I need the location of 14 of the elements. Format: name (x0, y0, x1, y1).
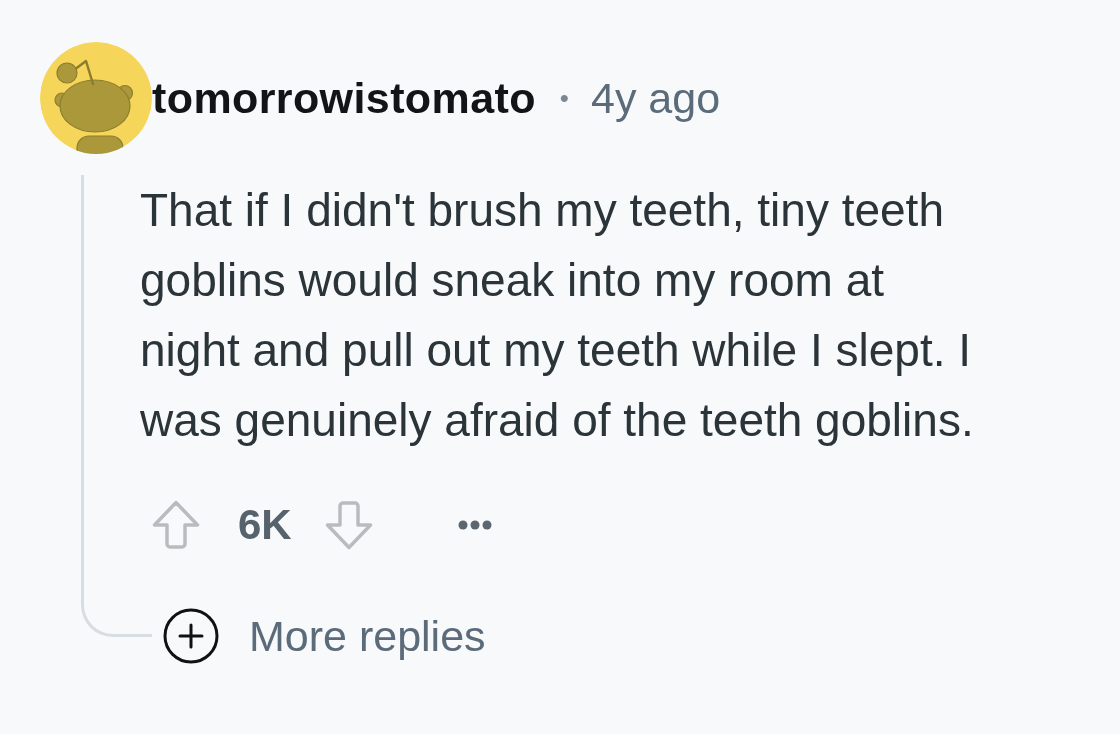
down-arrow-icon (324, 500, 373, 550)
plus-circle-icon (163, 608, 219, 664)
vote-count: 6K (238, 501, 292, 549)
up-arrow-icon (152, 500, 200, 550)
more-options-button[interactable] (457, 520, 492, 530)
ellipsis-icon (457, 520, 492, 530)
avatar-icon (40, 42, 152, 154)
upvote-button[interactable] (152, 500, 200, 550)
comment-text: That if I didn't brush my teeth, tiny teeth goblins would sneak into my room at night and pull out my teeth while I slept. I was genuinely afraid of the teeth goblins. (140, 183, 975, 448)
separator: • (559, 82, 569, 114)
username[interactable]: tomorrowistomato (152, 73, 536, 123)
downvote-button[interactable] (324, 500, 373, 550)
timestamp: 4y ago (590, 73, 721, 123)
more-replies-button[interactable]: More replies (163, 608, 486, 664)
